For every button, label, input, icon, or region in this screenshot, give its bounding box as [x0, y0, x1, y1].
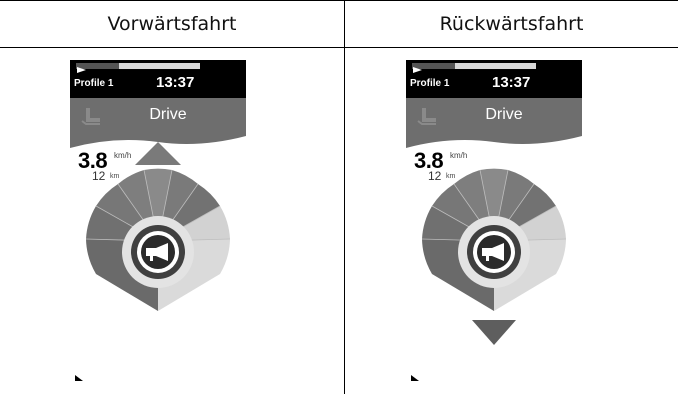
distance-value: 12: [428, 169, 442, 183]
speed-unit: km/h: [114, 151, 132, 160]
display-forward: Profile 1 13:37 Drive 3.8 km/h 12 km: [70, 60, 246, 390]
battery-arrow-icon: [413, 67, 422, 73]
arrow-down-icon: [472, 320, 516, 345]
battery-arrow-icon: [77, 67, 86, 73]
mode-label: Drive: [485, 106, 523, 123]
profile-label: Profile 1: [74, 78, 114, 89]
clock: 13:37: [492, 74, 531, 91]
column-header-reverse: Rückwärtsfahrt: [439, 12, 584, 35]
distance-value: 12: [92, 169, 106, 183]
table-header-divider: [0, 47, 678, 48]
battery-bar: [76, 63, 200, 73]
column-header-forward: Vorwärtsfahrt: [107, 12, 237, 35]
table-column-divider: [344, 0, 345, 394]
battery-bar: [412, 63, 536, 73]
arrow-up-icon: [135, 142, 181, 165]
status-bar: Profile 1 13:37: [70, 60, 246, 98]
clock: 13:37: [156, 74, 195, 91]
distance-unit: km: [446, 173, 456, 180]
corner-mark-icon: [411, 375, 419, 381]
distance-unit: km: [110, 173, 120, 180]
corner-mark-icon: [75, 375, 83, 381]
status-bar: Profile 1 13:37: [406, 60, 582, 98]
profile-label: Profile 1: [410, 78, 450, 89]
mode-label: Drive: [149, 106, 187, 123]
display-reverse: Profile 1 13:37 Drive 3.8 km/h 12 km: [406, 60, 582, 390]
speed-unit: km/h: [450, 151, 468, 160]
